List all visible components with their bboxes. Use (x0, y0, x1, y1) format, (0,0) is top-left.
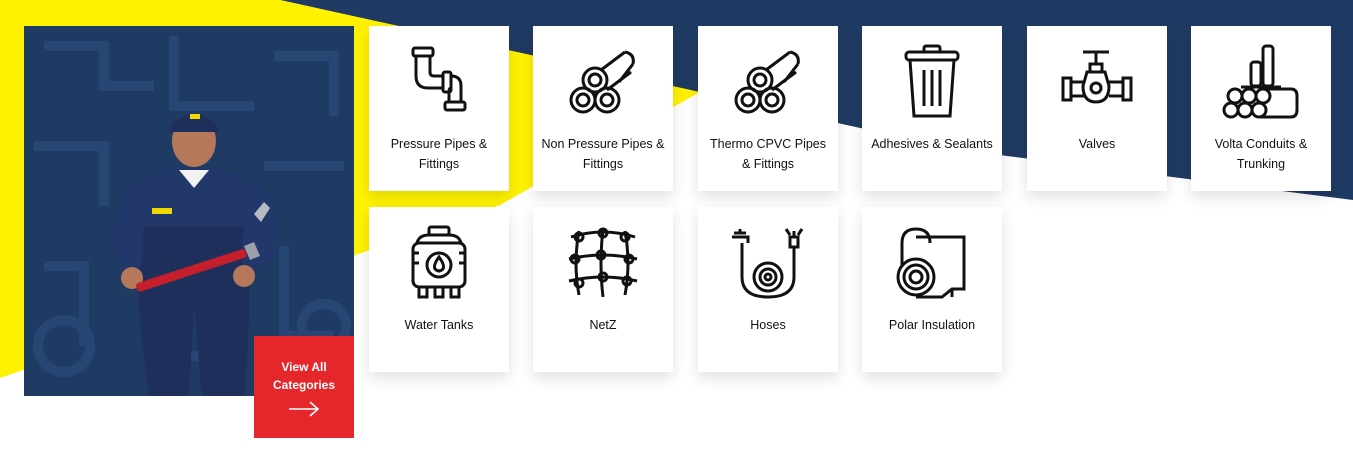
adhesive-can-icon (904, 44, 960, 118)
category-label: Polar Insulation (888, 318, 976, 332)
category-card-volta-conduits[interactable]: Volta Conduits & Trunking (1191, 26, 1331, 191)
view-all-categories-button[interactable]: View All Categories (254, 336, 354, 438)
category-label: Non Pressure Pipes & Fittings (541, 137, 665, 171)
category-card-adhesives[interactable]: Adhesives & Sealants (862, 26, 1002, 191)
view-all-label: View All Categories (272, 360, 336, 392)
category-card-polar-insulation[interactable]: Polar Insulation (862, 207, 1002, 372)
hose-icon (732, 228, 804, 299)
category-label: NetZ (589, 318, 617, 332)
insulation-roll-icon (896, 227, 966, 299)
category-card-non-pressure-pipes[interactable]: Non Pressure Pipes & Fittings (533, 26, 673, 191)
category-label: Adhesives & Sealants (871, 137, 993, 151)
non-pressure-pipes-icon (569, 50, 635, 114)
category-card-netz[interactable]: NetZ (533, 207, 673, 372)
category-label: Valves (1078, 137, 1116, 151)
category-card-pressure-pipes[interactable]: Pressure Pipes & Fittings (369, 26, 509, 191)
valve-icon (1061, 50, 1133, 104)
net-icon (568, 227, 638, 298)
category-label: Volta Conduits & Trunking (1214, 137, 1308, 171)
water-tank-icon (411, 225, 467, 299)
conduit-pipes-icon (1222, 44, 1299, 119)
thermo-cpvc-pipes-icon (734, 50, 800, 114)
pressure-pipe-icon (411, 46, 467, 112)
category-card-valves[interactable]: Valves (1027, 26, 1167, 191)
category-label: Water Tanks (404, 318, 474, 332)
category-card-hoses[interactable]: Hoses (698, 207, 838, 372)
category-label: Hoses (750, 318, 786, 332)
category-card-thermo-cpvc[interactable]: Thermo CPVC Pipes & Fittings (698, 26, 838, 191)
category-label: Thermo CPVC Pipes & Fittings (709, 137, 826, 171)
arrow-right-icon (289, 401, 320, 417)
category-card-water-tanks[interactable]: Water Tanks (369, 207, 509, 372)
category-label: Pressure Pipes & Fittings (390, 137, 488, 171)
